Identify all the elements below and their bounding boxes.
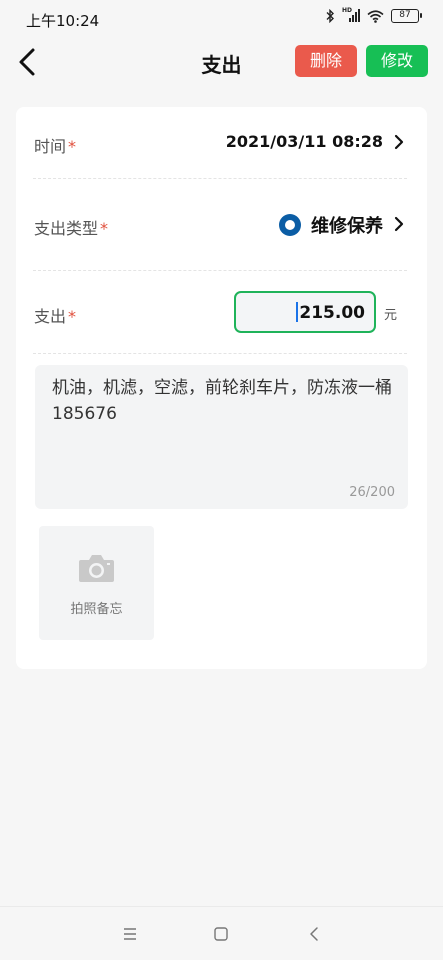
required-mark: *	[100, 219, 109, 238]
nav-bar: 支出 删除 修改	[0, 38, 443, 86]
wifi-icon	[367, 9, 384, 23]
home-icon[interactable]	[212, 925, 230, 943]
required-mark: *	[68, 307, 77, 326]
required-mark: *	[68, 137, 77, 156]
bluetooth-icon	[326, 9, 334, 23]
repair-type-icon	[279, 214, 301, 236]
photo-memo-label: 拍照备忘	[70, 602, 123, 617]
edit-button[interactable]: 修改	[366, 45, 428, 77]
system-nav-bar	[0, 906, 443, 960]
expense-form-card: 时间 * 2021/03/11 08:28 支出类型 * 维修保养 支出 * 215.…	[16, 107, 427, 669]
remark-char-counter: 26/200	[349, 485, 395, 500]
back-button[interactable]	[14, 46, 44, 78]
amount-unit: 元	[384, 308, 398, 323]
chevron-right-icon	[394, 134, 404, 150]
status-time: 上午10:24	[26, 12, 100, 30]
chevron-left-icon	[19, 48, 35, 76]
amount-value: 215.00	[296, 302, 365, 323]
delete-button[interactable]: 删除	[295, 45, 357, 77]
expense-type-value: 维修保养	[279, 212, 383, 238]
back-icon[interactable]	[306, 925, 324, 943]
divider	[33, 270, 407, 271]
time-value: 2021/03/11 08:28	[225, 132, 383, 151]
divider	[33, 178, 407, 179]
chevron-right-icon	[394, 216, 404, 232]
menu-icon[interactable]	[121, 925, 139, 943]
expense-type-label: 支出类型 *	[34, 219, 109, 238]
remark-textarea[interactable]: 机油，机滤，空滤，前轮刹车片，防冻液一桶185676 26/200	[35, 365, 408, 509]
divider	[33, 353, 407, 354]
signal-icon: HD	[342, 7, 360, 23]
remark-text: 机油，机滤，空滤，前轮刹车片，防冻液一桶185676	[52, 378, 392, 424]
time-row[interactable]: 时间 * 2021/03/11 08:28	[33, 127, 407, 157]
status-bar: 上午10:24 HD 87	[0, 0, 443, 38]
battery-icon: 87	[391, 9, 422, 23]
amount-input[interactable]: 215.00	[234, 291, 376, 333]
camera-icon	[79, 555, 114, 582]
status-icons: HD 87	[325, 7, 422, 23]
photo-memo-button[interactable]: 拍照备忘	[39, 526, 154, 640]
time-label: 时间 *	[34, 137, 77, 156]
expense-type-row[interactable]: 支出类型 * 维修保养	[33, 209, 407, 239]
amount-label: 支出 *	[34, 307, 77, 326]
